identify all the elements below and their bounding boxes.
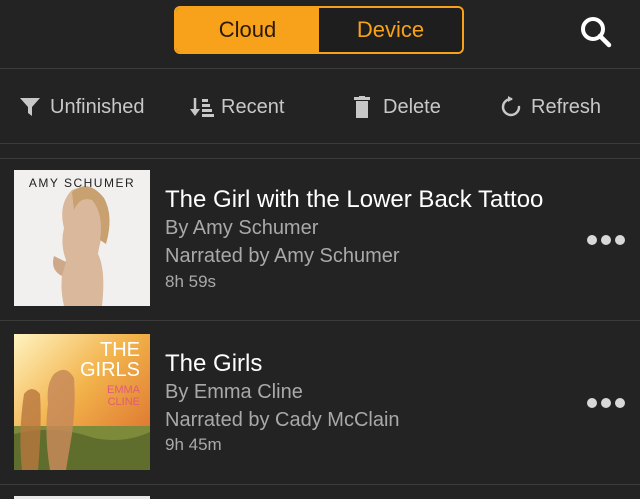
more-options-button[interactable] xyxy=(586,233,626,245)
trash-icon xyxy=(352,96,374,118)
more-options-button[interactable] xyxy=(586,396,626,408)
delete-button[interactable]: Delete xyxy=(352,92,441,122)
source-segmented-control: Cloud Device xyxy=(174,6,464,54)
sort-icon xyxy=(190,96,214,118)
refresh-button[interactable]: Refresh xyxy=(500,92,601,122)
filter-button[interactable]: Unfinished xyxy=(19,92,145,122)
book-title[interactable]: The Girls xyxy=(165,350,262,378)
list-item[interactable]: AMY SCHUMER The Girl with the Lower Back… xyxy=(0,160,640,320)
search-icon xyxy=(581,17,612,48)
filter-label: Unfinished xyxy=(50,95,145,118)
more-icon xyxy=(587,398,625,408)
book-title[interactable]: The Girl with the Lower Back Tattoo xyxy=(165,186,543,214)
refresh-icon xyxy=(500,96,522,118)
list-top-divider xyxy=(0,158,640,159)
top-bar: Cloud Device xyxy=(0,0,640,68)
book-cover: THE GIRLS EMMA CLINE xyxy=(14,334,150,470)
cover-title-text: THE GIRLS xyxy=(79,339,140,381)
sort-label: Recent xyxy=(221,95,285,118)
more-icon xyxy=(587,235,625,245)
cover-author-text: AMY SCHUMER xyxy=(28,176,136,190)
filter-icon xyxy=(19,96,41,118)
list-item-divider xyxy=(0,484,640,485)
delete-label: Delete xyxy=(383,95,441,118)
toolbar-divider xyxy=(0,143,640,144)
list-item[interactable]: THE GIRLS EMMA CLINE The Girls By Emma C… xyxy=(0,322,640,482)
list-item-divider xyxy=(0,320,640,321)
tab-device[interactable]: Device xyxy=(319,8,462,52)
search-button[interactable] xyxy=(578,14,614,50)
sort-button[interactable]: Recent xyxy=(190,92,284,122)
header-divider xyxy=(0,68,640,69)
book-duration: 8h 59s xyxy=(165,272,217,291)
book-author: By Emma Cline xyxy=(165,381,303,403)
book-duration: 9h 45m xyxy=(165,435,222,454)
book-narrator: Narrated by Cady McClain xyxy=(165,409,400,431)
tab-cloud[interactable]: Cloud xyxy=(176,8,319,52)
book-cover: AMY SCHUMER xyxy=(14,170,150,306)
book-narrator: Narrated by Amy Schumer xyxy=(165,245,400,267)
library-toolbar: Unfinished Recent Delete Refresh xyxy=(0,70,640,142)
cover-author-text: EMMA CLINE xyxy=(107,384,140,408)
book-author: By Amy Schumer xyxy=(165,217,319,239)
refresh-label: Refresh xyxy=(531,95,602,118)
